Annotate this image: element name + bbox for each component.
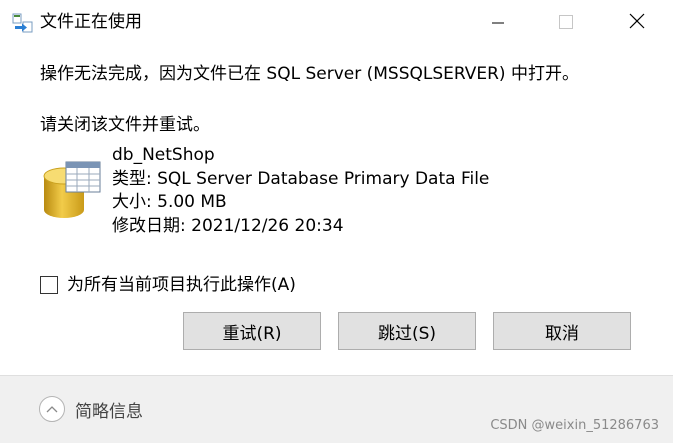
maximize-button <box>543 0 589 46</box>
file-type: 类型: SQL Server Database Primary Data Fil… <box>112 168 490 189</box>
file-size: 大小: 5.00 MB <box>112 192 227 212</box>
close-button[interactable] <box>614 0 660 46</box>
apply-all-option[interactable]: 为所有当前项目执行此操作(A) <box>40 274 296 296</box>
instruction-message: 请关闭该文件并重试。 <box>40 115 210 135</box>
minimize-icon <box>492 14 504 33</box>
error-message: 操作无法完成，因为文件已在 SQL Server (MSSQLSERVER) 中… <box>40 64 579 84</box>
chevron-up-icon[interactable] <box>39 396 65 422</box>
file-move-icon <box>12 13 34 33</box>
file-name: db_NetShop <box>112 145 215 165</box>
title-bar: 文件正在使用 <box>0 0 673 46</box>
details-label[interactable]: 简略信息 <box>75 397 143 422</box>
close-icon <box>629 13 645 33</box>
file-details: db_NetShop 类型: SQL Server Database Prima… <box>112 144 489 238</box>
cancel-button[interactable]: 取消 <box>493 312 631 350</box>
file-modified: 修改日期: 2021/12/26 20:34 <box>112 215 344 236</box>
retry-button[interactable]: 重试(R) <box>183 312 321 350</box>
apply-all-checkbox[interactable] <box>40 276 58 294</box>
details-toggle[interactable]: 简略信息 <box>39 396 143 422</box>
watermark: CSDN @weixin_51286763 <box>490 418 659 433</box>
window-title: 文件正在使用 <box>40 12 142 32</box>
minimize-button[interactable] <box>475 0 521 46</box>
database-file-icon <box>42 156 104 222</box>
skip-button[interactable]: 跳过(S) <box>338 312 476 350</box>
apply-all-label[interactable]: 为所有当前项目执行此操作(A) <box>67 274 296 296</box>
footer: 简略信息 CSDN @weixin_51286763 <box>0 375 673 443</box>
maximize-icon <box>559 14 573 33</box>
